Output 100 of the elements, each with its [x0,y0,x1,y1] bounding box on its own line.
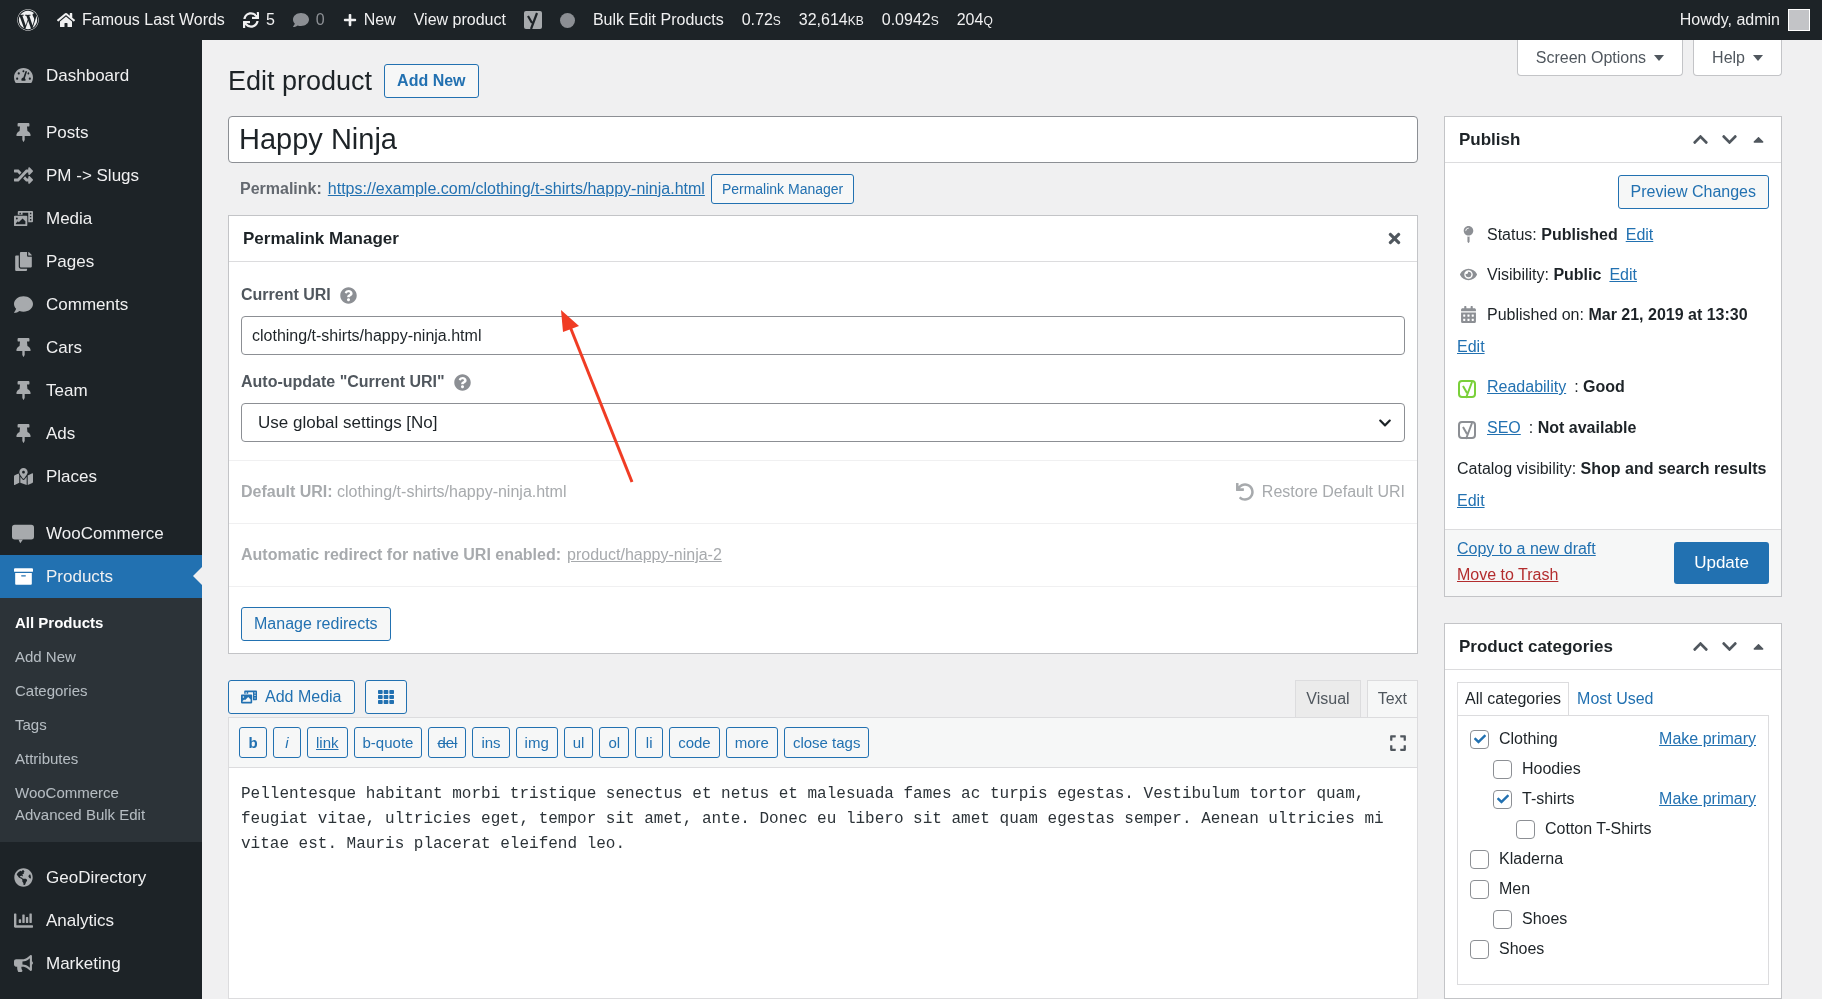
preview-changes-button[interactable]: Preview Changes [1617,175,1769,209]
comments-count[interactable]: 0 [315,11,325,29]
menu-item[interactable]: Posts [0,111,202,154]
help-icon[interactable] [339,286,357,304]
make-primary-link[interactable]: Make primary [1659,730,1756,748]
edit-link[interactable]: Edit [1609,263,1637,287]
permalink-manager-button[interactable]: Permalink Manager [710,174,855,204]
publish-info: : Not available [1528,418,1637,438]
quicktag-button[interactable]: img [515,727,558,758]
menu-item[interactable]: Dashboard [0,54,202,97]
quicktag-button[interactable]: del [428,727,467,758]
permalink-link[interactable]: https://example.com/clothing/t-shirts/happy-ninja.html [327,180,705,198]
analysis-link[interactable]: SEO [1487,416,1521,440]
category-tab[interactable]: Most Used [1569,682,1662,715]
manage-redirects-button[interactable]: Manage redirects [241,607,391,641]
menu-item[interactable]: PM -> Slugs [0,154,202,197]
default-uri-text: Default URI: clothing/t-shirts/happy-ninja.html [241,483,567,501]
quicktag-button[interactable]: ul [563,727,594,758]
quicktag-button[interactable]: link [307,727,348,758]
trash-link[interactable]: Move to Trash [1457,566,1596,584]
comment-icon [292,12,309,28]
greeting-text[interactable]: Howdy, admin [1679,11,1780,29]
quicktag-button[interactable]: close tags [783,727,870,758]
editor-tab[interactable]: Visual [1295,680,1361,717]
title-field[interactable]: Happy Ninja [228,116,1418,163]
new-link[interactable]: New [363,11,396,29]
category-tab[interactable]: All categories [1457,682,1570,715]
auto-update-select[interactable]: Use global settings [No] [241,403,1405,442]
submenu-item[interactable]: Categories [0,674,202,708]
edit-link[interactable]: Edit [1625,223,1654,247]
category-checkbox[interactable] [1470,729,1489,749]
menu-item[interactable]: Team [0,369,202,412]
add-media-button[interactable]: Add Media [228,680,355,714]
quicktag-button[interactable]: li [635,727,664,758]
screen-tab-button[interactable]: Help [1693,40,1782,76]
edit-link[interactable]: Edit [1457,489,1485,513]
make-primary-link[interactable]: Make primary [1659,790,1756,808]
menu-item[interactable]: Marketing [0,942,202,985]
edit-link[interactable]: Edit [1457,335,1485,359]
menu-item[interactable]: WooCommerce [0,512,202,555]
quicktag-button[interactable]: b-quote [353,727,423,758]
menu-item[interactable]: Pages [0,240,202,283]
field-label: Auto-update "Current URI" [241,373,445,391]
category-label: T-shirts [1522,790,1575,808]
update-button[interactable]: Update [1674,542,1769,584]
quicktag-button[interactable]: b [239,727,267,758]
menu-item[interactable]: Places [0,455,202,498]
updates-icon [242,12,259,28]
redirect-label: Automatic redirect for native URI enabled: [241,546,562,564]
menu-item[interactable]: Comments [0,283,202,326]
category-checkbox[interactable] [1470,849,1489,869]
submenu-item[interactable]: Add New [0,640,202,674]
menu-item[interactable]: Products [0,555,202,598]
quicktag-button[interactable]: code [669,727,720,758]
category-checkbox[interactable] [1493,909,1512,929]
panel-title: Permalink Manager [243,228,399,249]
menu-item[interactable]: Ads [0,412,202,455]
field-label: Current URI [241,286,331,304]
toolbar-link[interactable]: Bulk Edit Products [592,11,724,29]
submenu-item[interactable]: Attributes [0,742,202,776]
publish-info: : Good [1574,377,1625,397]
menu-item[interactable]: Media [0,197,202,240]
category-checkbox[interactable] [1516,819,1535,839]
analysis-link[interactable]: Readability [1487,375,1567,399]
quicktag-button[interactable]: more [725,727,778,758]
menu-item[interactable]: Analytics [0,899,202,942]
grid-icon [377,689,394,705]
status-dot [559,12,575,28]
help-icon[interactable] [453,373,471,391]
category-checkbox[interactable] [1470,879,1489,899]
submenu-item[interactable]: All Products [0,606,202,640]
quicktag-button[interactable]: ol [599,727,630,758]
current-uri-field[interactable]: clothing/t-shirts/happy-ninja.html [241,316,1405,355]
site-link[interactable]: Famous Last Words [82,11,225,29]
dashboard-icon [13,66,33,85]
category-checkbox[interactable] [1470,939,1489,959]
menu-item[interactable]: GeoDirectory [0,856,202,899]
add-new-button[interactable]: Add New [384,64,479,98]
category-checkbox[interactable] [1493,759,1512,779]
check-icon [1496,793,1509,805]
editor-tab[interactable]: Text [1366,680,1418,717]
screen-tab-button[interactable]: Screen Options [1516,40,1684,76]
category-label: Hoodies [1522,760,1581,778]
category-checkbox[interactable] [1493,789,1512,809]
toolbar-link[interactable]: View product [413,11,506,29]
copy-draft-link[interactable]: Copy to a new draft [1457,540,1596,558]
quicktag-button[interactable]: ins [472,727,510,758]
quicktag-button[interactable]: i [273,727,301,758]
category-label: Shoes [1499,940,1545,958]
close-icon[interactable] [1386,230,1403,247]
menu-item[interactable]: Cars [0,326,202,369]
archive-icon [13,567,33,586]
permalink-label: Permalink: [240,180,322,198]
category-label: Kladerna [1499,850,1564,868]
submenu-item[interactable]: Tags [0,708,202,742]
fullscreen-icon[interactable] [1389,733,1407,752]
text-editor[interactable] [228,717,1418,999]
grid-button[interactable] [364,680,407,714]
updates-count[interactable]: 5 [265,11,275,29]
submenu-item[interactable]: WooCommerce Advanced Bulk Edit [0,776,202,832]
